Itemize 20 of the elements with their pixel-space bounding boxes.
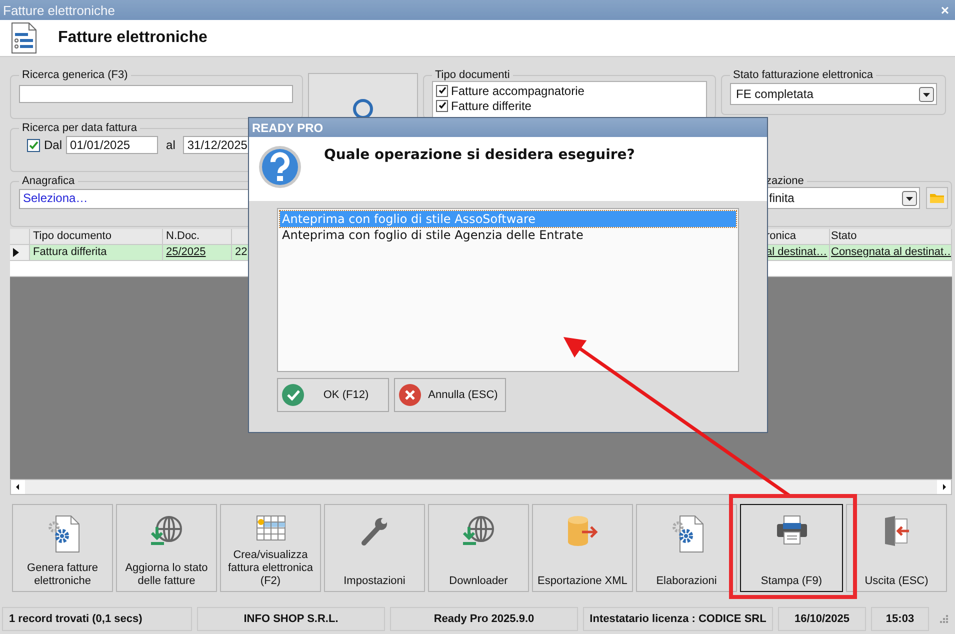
field-label: al — [166, 138, 176, 152]
checkbox-label: Fatture differite — [451, 98, 532, 112]
status-bar-panel: 16/10/2025 — [778, 606, 866, 630]
status-bar-panel: Intestatario licenza : CODICE SRL — [583, 606, 773, 630]
status-bar-panel: 1 record trovati (0,1 secs) — [2, 606, 192, 630]
group-label: Ricerca generica (F3) — [21, 69, 129, 81]
group-label: Stato fatturazione elettronica — [732, 69, 874, 81]
dialog-title: READY PRO — [252, 120, 324, 134]
group-label: Anagrafica — [21, 175, 76, 187]
group-label: Tipo documenti — [434, 69, 511, 81]
group-label: zazione — [765, 175, 805, 187]
page-title: Fatture elettroniche — [58, 29, 208, 47]
dialog-question: Quale operazione si desidera eseguire? — [324, 147, 635, 163]
status-bar-panel: Ready Pro 2025.9.0 — [390, 606, 578, 630]
status-bar-panel: INFO SHOP S.R.L. — [197, 606, 385, 630]
checkbox-label: Fatture accompagnatorie — [451, 84, 584, 98]
checkbox-label: Dal — [44, 138, 62, 152]
window-title: Fatture elettroniche — [3, 2, 116, 18]
group-label: Ricerca per data fattura — [21, 122, 138, 134]
status-bar-panel: 15:03 — [871, 606, 929, 630]
